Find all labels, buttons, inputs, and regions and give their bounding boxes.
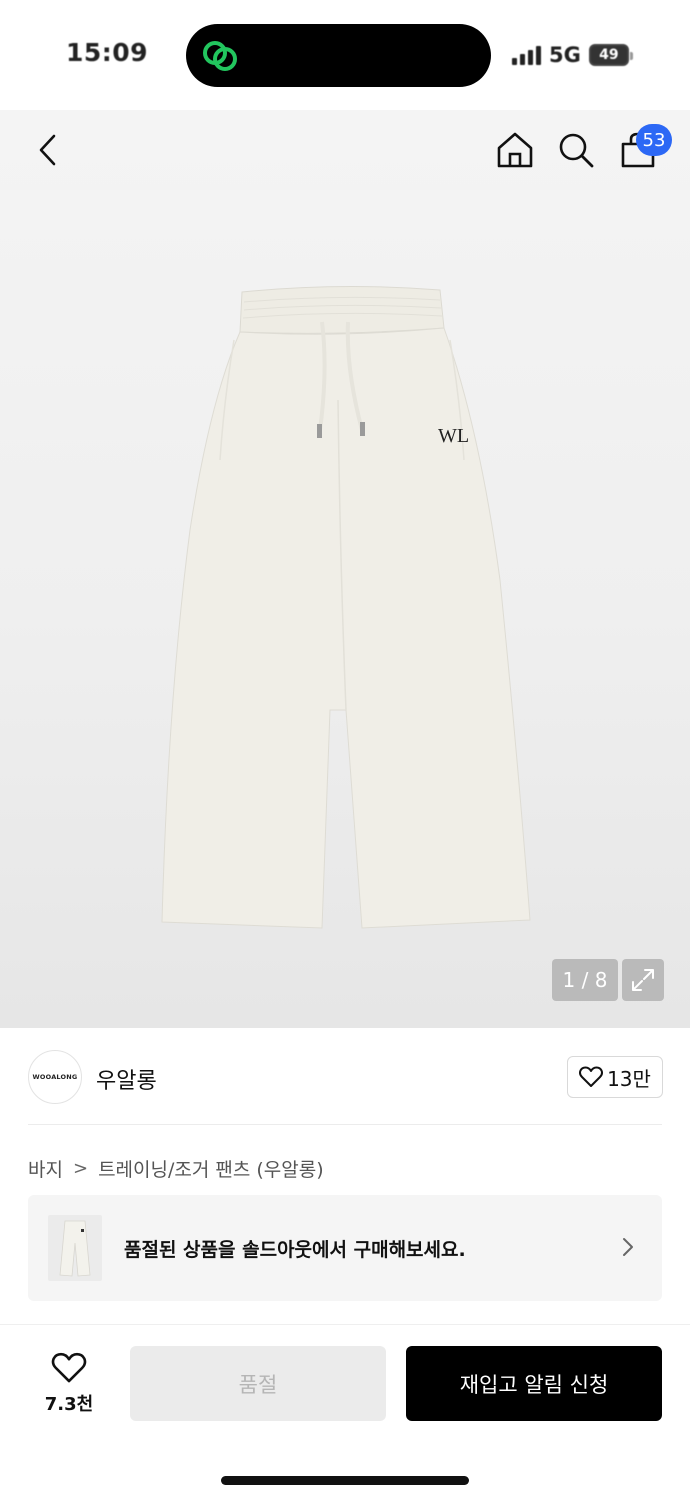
svg-text:WL: WL [438,425,469,447]
heart-icon [579,1066,604,1087]
chevron-right-icon [623,1238,633,1256]
home-indicator [221,1476,469,1485]
cart-count-badge: 53 [636,124,672,156]
status-indicators: 5G 49 [512,40,633,70]
linked-rings-icon [203,41,237,71]
brand-like-count: 13만 [607,1066,651,1091]
brand-like-button[interactable]: 13만 [567,1056,663,1098]
soldout-thumbnail [48,1215,102,1281]
signal-icon [512,45,541,65]
network-label: 5G [549,43,581,67]
wishlist-button[interactable]: 7.3천 [30,1347,108,1421]
restock-alert-button[interactable]: 재입고 알림 신청 [406,1346,662,1421]
wishlist-count: 7.3천 [44,1394,94,1415]
chevron-left-icon [39,134,56,166]
search-icon [559,133,594,168]
battery-level: 49 [599,47,619,63]
expand-icon [632,969,654,991]
product-gallery[interactable]: WL [0,110,690,1028]
soldout-banner[interactable]: 품절된 상품을 솔드아웃에서 구매해보세요. [28,1195,662,1301]
breadcrumb: 바지 > 트레이닝/조거 팬츠 (우알롱) [28,1155,324,1182]
brand-logo[interactable]: WOOALONG [28,1050,82,1104]
breadcrumb-subcategory[interactable]: 트레이닝/조거 팬츠 (우알롱) [98,1155,324,1182]
image-counter: 1 / 8 [552,959,618,1001]
back-button[interactable] [26,128,70,172]
breadcrumb-separator: > [72,1158,89,1179]
brand-row: WOOALONG 우알롱 13만 [0,1028,690,1126]
home-icon [497,132,533,168]
bottom-action-bar: 7.3천 품절 재입고 알림 신청 [0,1325,690,1500]
breadcrumb-category[interactable]: 바지 [28,1155,63,1182]
battery-icon: 49 [588,44,633,66]
soldout-button[interactable]: 품절 [130,1346,386,1421]
search-button[interactable] [554,128,598,172]
top-nav [0,110,690,190]
dynamic-island [186,24,491,87]
heart-icon [51,1352,87,1383]
product-image[interactable]: WL [150,280,540,940]
brand-name[interactable]: 우알롱 [96,1063,157,1095]
divider [28,1124,662,1125]
expand-image-button[interactable] [622,959,664,1001]
home-button[interactable] [493,128,537,172]
soldout-banner-text: 품절된 상품을 솔드아웃에서 구매해보세요. [124,1239,466,1261]
status-time: 15:09 [66,38,149,67]
status-bar: 15:09 5G 49 [0,0,690,110]
